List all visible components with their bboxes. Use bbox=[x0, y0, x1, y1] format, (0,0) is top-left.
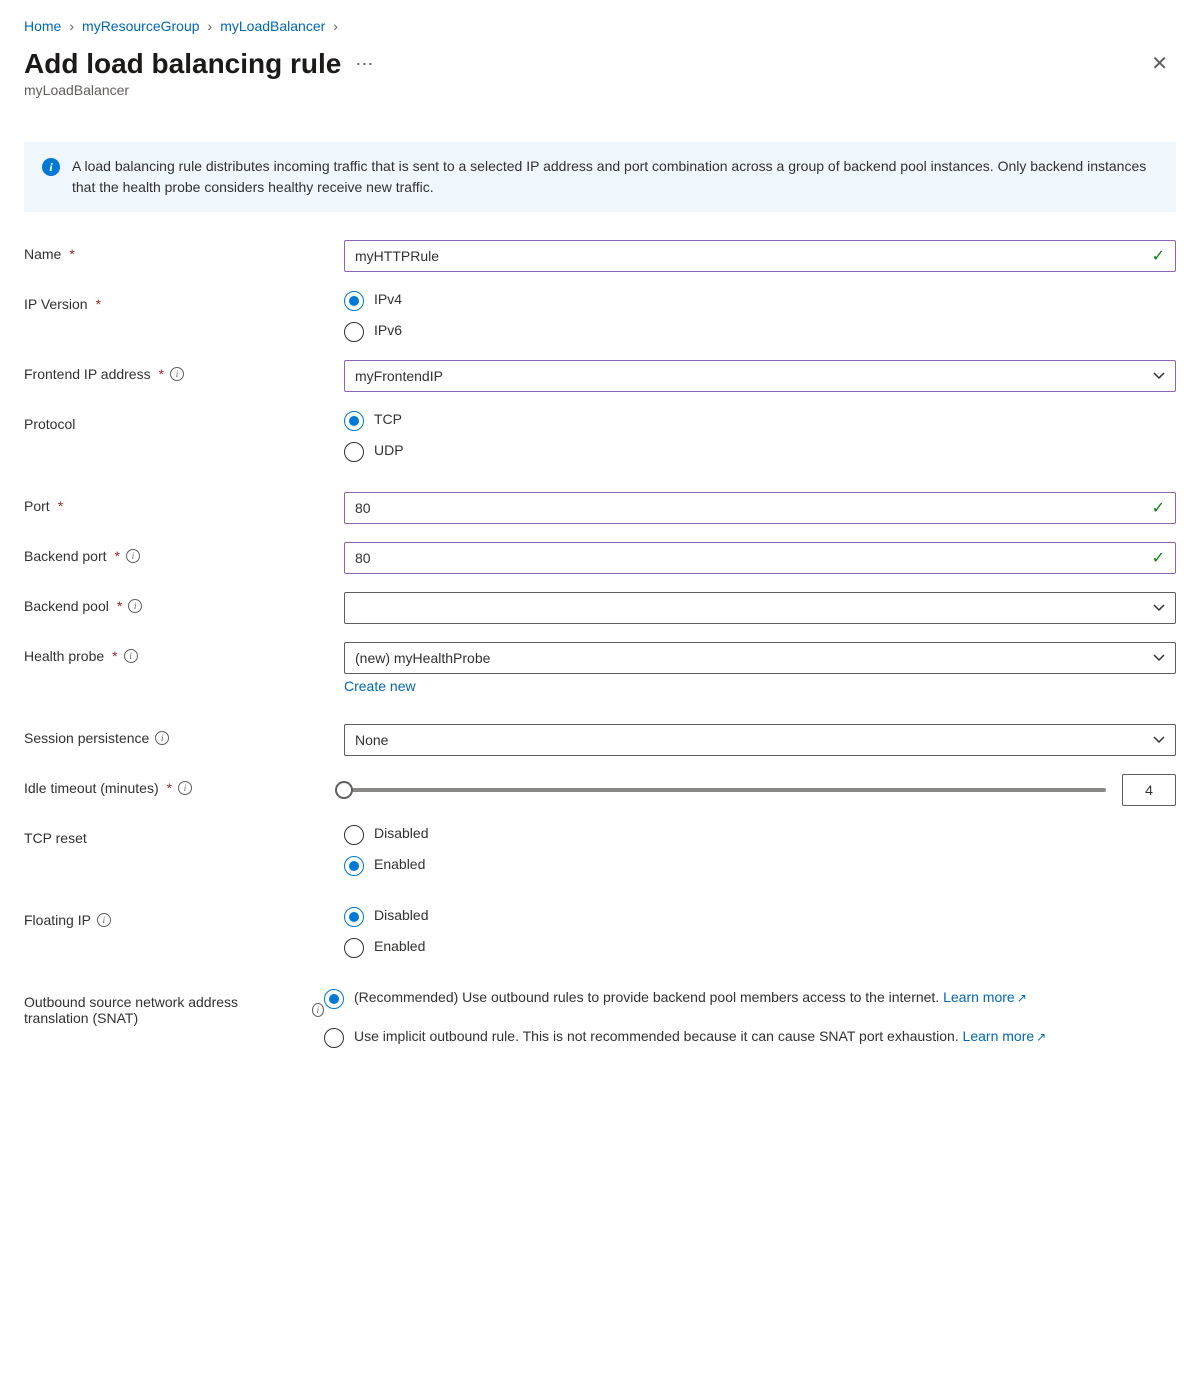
info-banner-text: A load balancing rule distributes incomi… bbox=[72, 156, 1158, 198]
info-circle-icon[interactable]: i bbox=[97, 913, 111, 927]
snat-recommended-text: (Recommended) Use outbound rules to prov… bbox=[354, 988, 1176, 1008]
ip-version-ipv4-label: IPv4 bbox=[374, 290, 402, 310]
slider-thumb[interactable] bbox=[335, 781, 353, 799]
snat-recommended-radio[interactable] bbox=[324, 989, 344, 1009]
breadcrumb-load-balancer[interactable]: myLoadBalancer bbox=[220, 18, 325, 34]
backend-port-value: 80 bbox=[355, 550, 371, 566]
page-subtitle: myLoadBalancer bbox=[24, 82, 1176, 98]
health-probe-value: (new) myHealthProbe bbox=[355, 650, 490, 666]
info-icon: i bbox=[42, 158, 60, 176]
info-circle-icon[interactable]: i bbox=[170, 367, 184, 381]
backend-port-label: Backend port* i bbox=[24, 542, 344, 564]
tcp-reset-disabled-label: Disabled bbox=[374, 824, 428, 844]
ip-version-ipv6-label: IPv6 bbox=[374, 321, 402, 341]
session-persistence-select[interactable]: None bbox=[344, 724, 1176, 756]
checkmark-icon: ✓ bbox=[1152, 246, 1165, 266]
floating-ip-disabled-radio[interactable] bbox=[344, 907, 364, 927]
snat-implicit-text: Use implicit outbound rule. This is not … bbox=[354, 1027, 1176, 1047]
chevron-down-icon bbox=[1153, 602, 1165, 614]
session-persistence-label: Session persistence i bbox=[24, 724, 344, 746]
checkmark-icon: ✓ bbox=[1152, 498, 1165, 518]
chevron-down-icon bbox=[1153, 734, 1165, 746]
checkmark-icon: ✓ bbox=[1152, 548, 1165, 568]
page-title: Add load balancing rule bbox=[24, 48, 341, 80]
idle-timeout-slider[interactable] bbox=[344, 788, 1106, 792]
protocol-udp-radio[interactable] bbox=[344, 442, 364, 462]
protocol-label: Protocol bbox=[24, 410, 344, 432]
tcp-reset-label: TCP reset bbox=[24, 824, 344, 846]
floating-ip-enabled-radio[interactable] bbox=[344, 938, 364, 958]
external-link-icon: ↗ bbox=[1036, 1030, 1046, 1044]
info-circle-icon[interactable]: i bbox=[126, 549, 140, 563]
external-link-icon: ↗ bbox=[1017, 991, 1027, 1005]
name-input[interactable]: myHTTPRule ✓ bbox=[344, 240, 1176, 272]
frontend-ip-select[interactable]: myFrontendIP bbox=[344, 360, 1176, 392]
close-button[interactable]: ✕ bbox=[1143, 50, 1176, 78]
chevron-right-icon: › bbox=[208, 18, 213, 34]
port-label: Port* bbox=[24, 492, 344, 514]
ip-version-ipv6-radio[interactable] bbox=[344, 322, 364, 342]
info-circle-icon[interactable]: i bbox=[155, 731, 169, 745]
breadcrumb: Home › myResourceGroup › myLoadBalancer … bbox=[24, 18, 1176, 34]
idle-timeout-label: Idle timeout (minutes)* i bbox=[24, 774, 344, 796]
learn-more-link[interactable]: Learn more↗ bbox=[963, 1028, 1047, 1044]
frontend-ip-value: myFrontendIP bbox=[355, 368, 443, 384]
info-circle-icon[interactable]: i bbox=[128, 599, 142, 613]
info-circle-icon[interactable]: i bbox=[178, 781, 192, 795]
snat-implicit-radio[interactable] bbox=[324, 1028, 344, 1048]
chevron-down-icon bbox=[1153, 652, 1165, 664]
tcp-reset-enabled-label: Enabled bbox=[374, 855, 425, 875]
protocol-udp-label: UDP bbox=[374, 441, 404, 461]
info-banner: i A load balancing rule distributes inco… bbox=[24, 142, 1176, 212]
tcp-reset-enabled-radio[interactable] bbox=[344, 856, 364, 876]
chevron-down-icon bbox=[1153, 370, 1165, 382]
chevron-right-icon: › bbox=[333, 18, 338, 34]
breadcrumb-resource-group[interactable]: myResourceGroup bbox=[82, 18, 200, 34]
name-label: Name* bbox=[24, 240, 344, 262]
protocol-tcp-radio[interactable] bbox=[344, 411, 364, 431]
health-probe-select[interactable]: (new) myHealthProbe bbox=[344, 642, 1176, 674]
port-value: 80 bbox=[355, 500, 371, 516]
port-input[interactable]: 80 ✓ bbox=[344, 492, 1176, 524]
backend-port-input[interactable]: 80 ✓ bbox=[344, 542, 1176, 574]
tcp-reset-disabled-radio[interactable] bbox=[344, 825, 364, 845]
backend-pool-select[interactable] bbox=[344, 592, 1176, 624]
create-new-link[interactable]: Create new bbox=[344, 678, 416, 694]
info-circle-icon[interactable]: i bbox=[124, 649, 138, 663]
chevron-right-icon: › bbox=[69, 18, 74, 34]
breadcrumb-home[interactable]: Home bbox=[24, 18, 61, 34]
more-actions-button[interactable]: ⋯ bbox=[355, 54, 374, 75]
idle-timeout-input[interactable] bbox=[1122, 774, 1176, 806]
backend-pool-label: Backend pool* i bbox=[24, 592, 344, 614]
session-persistence-value: None bbox=[355, 732, 388, 748]
floating-ip-enabled-label: Enabled bbox=[374, 937, 425, 957]
protocol-tcp-label: TCP bbox=[374, 410, 402, 430]
floating-ip-label: Floating IP i bbox=[24, 906, 344, 928]
learn-more-link[interactable]: Learn more↗ bbox=[943, 989, 1027, 1005]
frontend-ip-label: Frontend IP address* i bbox=[24, 360, 344, 382]
health-probe-label: Health probe* i bbox=[24, 642, 344, 664]
ip-version-ipv4-radio[interactable] bbox=[344, 291, 364, 311]
floating-ip-disabled-label: Disabled bbox=[374, 906, 428, 926]
ip-version-label: IP Version* bbox=[24, 290, 344, 312]
info-circle-icon[interactable]: i bbox=[312, 1003, 324, 1017]
snat-label: Outbound source network address translat… bbox=[24, 988, 324, 1026]
name-value: myHTTPRule bbox=[355, 248, 439, 264]
